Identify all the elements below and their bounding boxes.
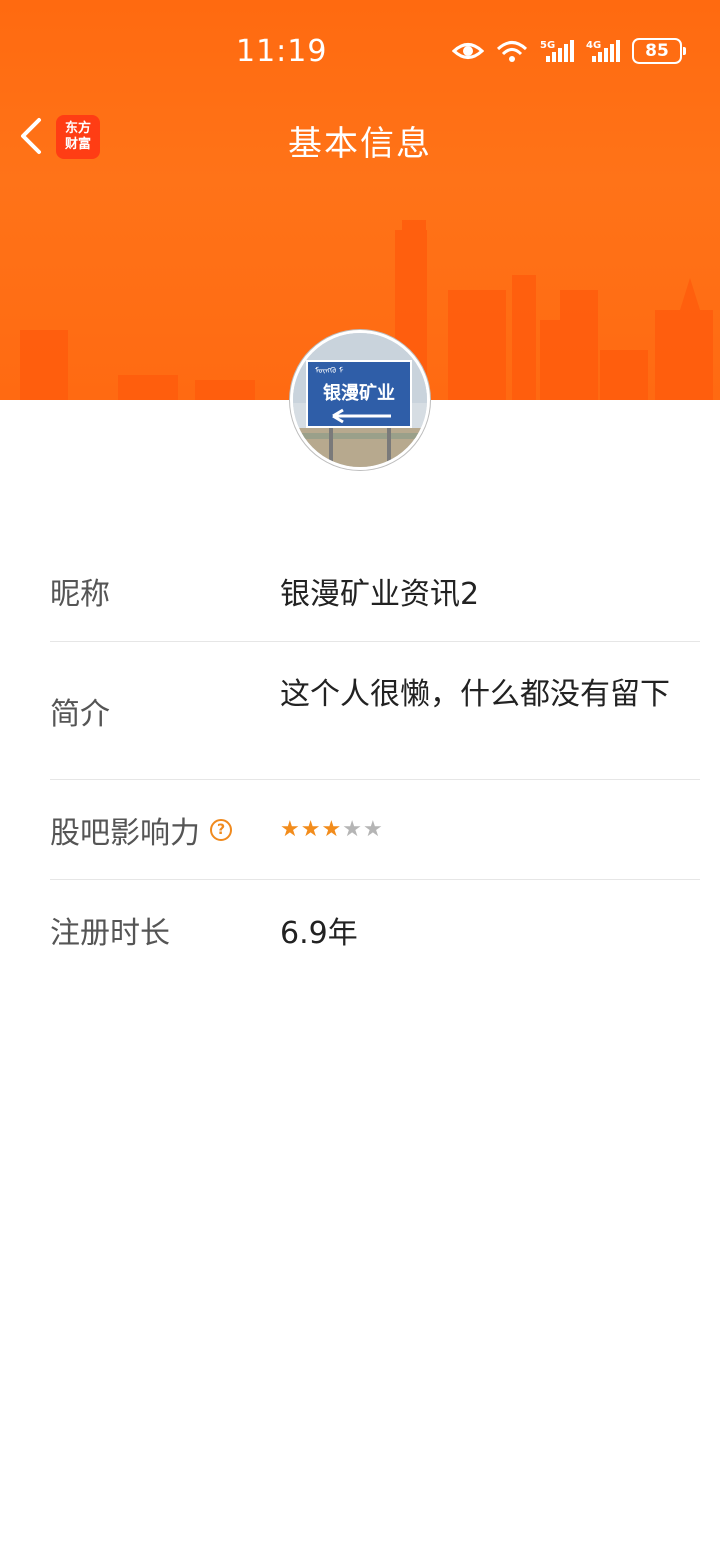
nickname-row: 昵称 银漫矿业资讯2	[50, 540, 700, 642]
nav-bar: 东方 财富 基本信息	[0, 100, 720, 176]
status-bar: 11:19 5G 4G 85	[0, 24, 720, 80]
network-4g-label: 4G	[586, 40, 601, 51]
nickname-label: 昵称	[50, 576, 110, 612]
signal-5g-icon: 5G	[540, 40, 574, 62]
svg-text:ᠮᠦᠩᠭᠦ ᠮ: ᠮᠦᠩᠭᠦ ᠮ	[315, 365, 344, 375]
wifi-icon	[496, 41, 528, 62]
battery-icon: 85	[632, 38, 686, 64]
regtime-label: 注册时长	[50, 916, 170, 951]
star-rating: ★ ★ ★ ★ ★	[280, 817, 700, 842]
avatar-image: ᠮᠦᠩᠭᠦ ᠮ 银漫矿业	[293, 333, 427, 467]
star-filled-icon: ★	[280, 817, 300, 842]
intro-value: 这个人很懒，什么都没有留下	[280, 677, 670, 712]
status-icons: 5G 4G 85	[452, 38, 686, 64]
influence-label-wrap: 股吧影响力 ?	[50, 808, 280, 852]
star-filled-icon: ★	[300, 817, 321, 842]
info-list: 昵称 银漫矿业资讯2 简介 这个人很懒，什么都没有留下 股吧影响力 ? ★ ★ ★ ★…	[50, 540, 700, 980]
page-title: 基本信息	[288, 124, 432, 164]
influence-row: 股吧影响力 ? ★ ★ ★ ★ ★	[50, 780, 700, 880]
status-time: 11:19	[236, 34, 328, 69]
nickname-value: 银漫矿业资讯2	[280, 576, 480, 612]
regtime-row: 注册时长 6.9年	[50, 880, 700, 980]
regtime-value: 6.9年	[280, 916, 358, 951]
influence-label: 股吧影响力	[50, 815, 200, 851]
battery-level: 85	[645, 41, 669, 61]
star-empty-icon: ★	[342, 817, 362, 842]
avatar[interactable]: ᠮᠦᠩᠭᠦ ᠮ 银漫矿业	[290, 330, 430, 470]
network-5g-label: 5G	[540, 40, 555, 51]
intro-label: 简介	[50, 696, 110, 732]
intro-row: 简介 这个人很懒，什么都没有留下	[50, 642, 700, 780]
influence-rating: ★ ★ ★ ★ ★	[280, 817, 700, 842]
star-filled-icon: ★	[321, 817, 342, 842]
avatar-sign-text: 银漫矿业	[323, 382, 395, 404]
help-icon[interactable]: ?	[210, 818, 232, 841]
star-empty-icon: ★	[362, 817, 383, 842]
signal-4g-icon: 4G	[586, 40, 620, 62]
eye-icon	[452, 43, 484, 59]
